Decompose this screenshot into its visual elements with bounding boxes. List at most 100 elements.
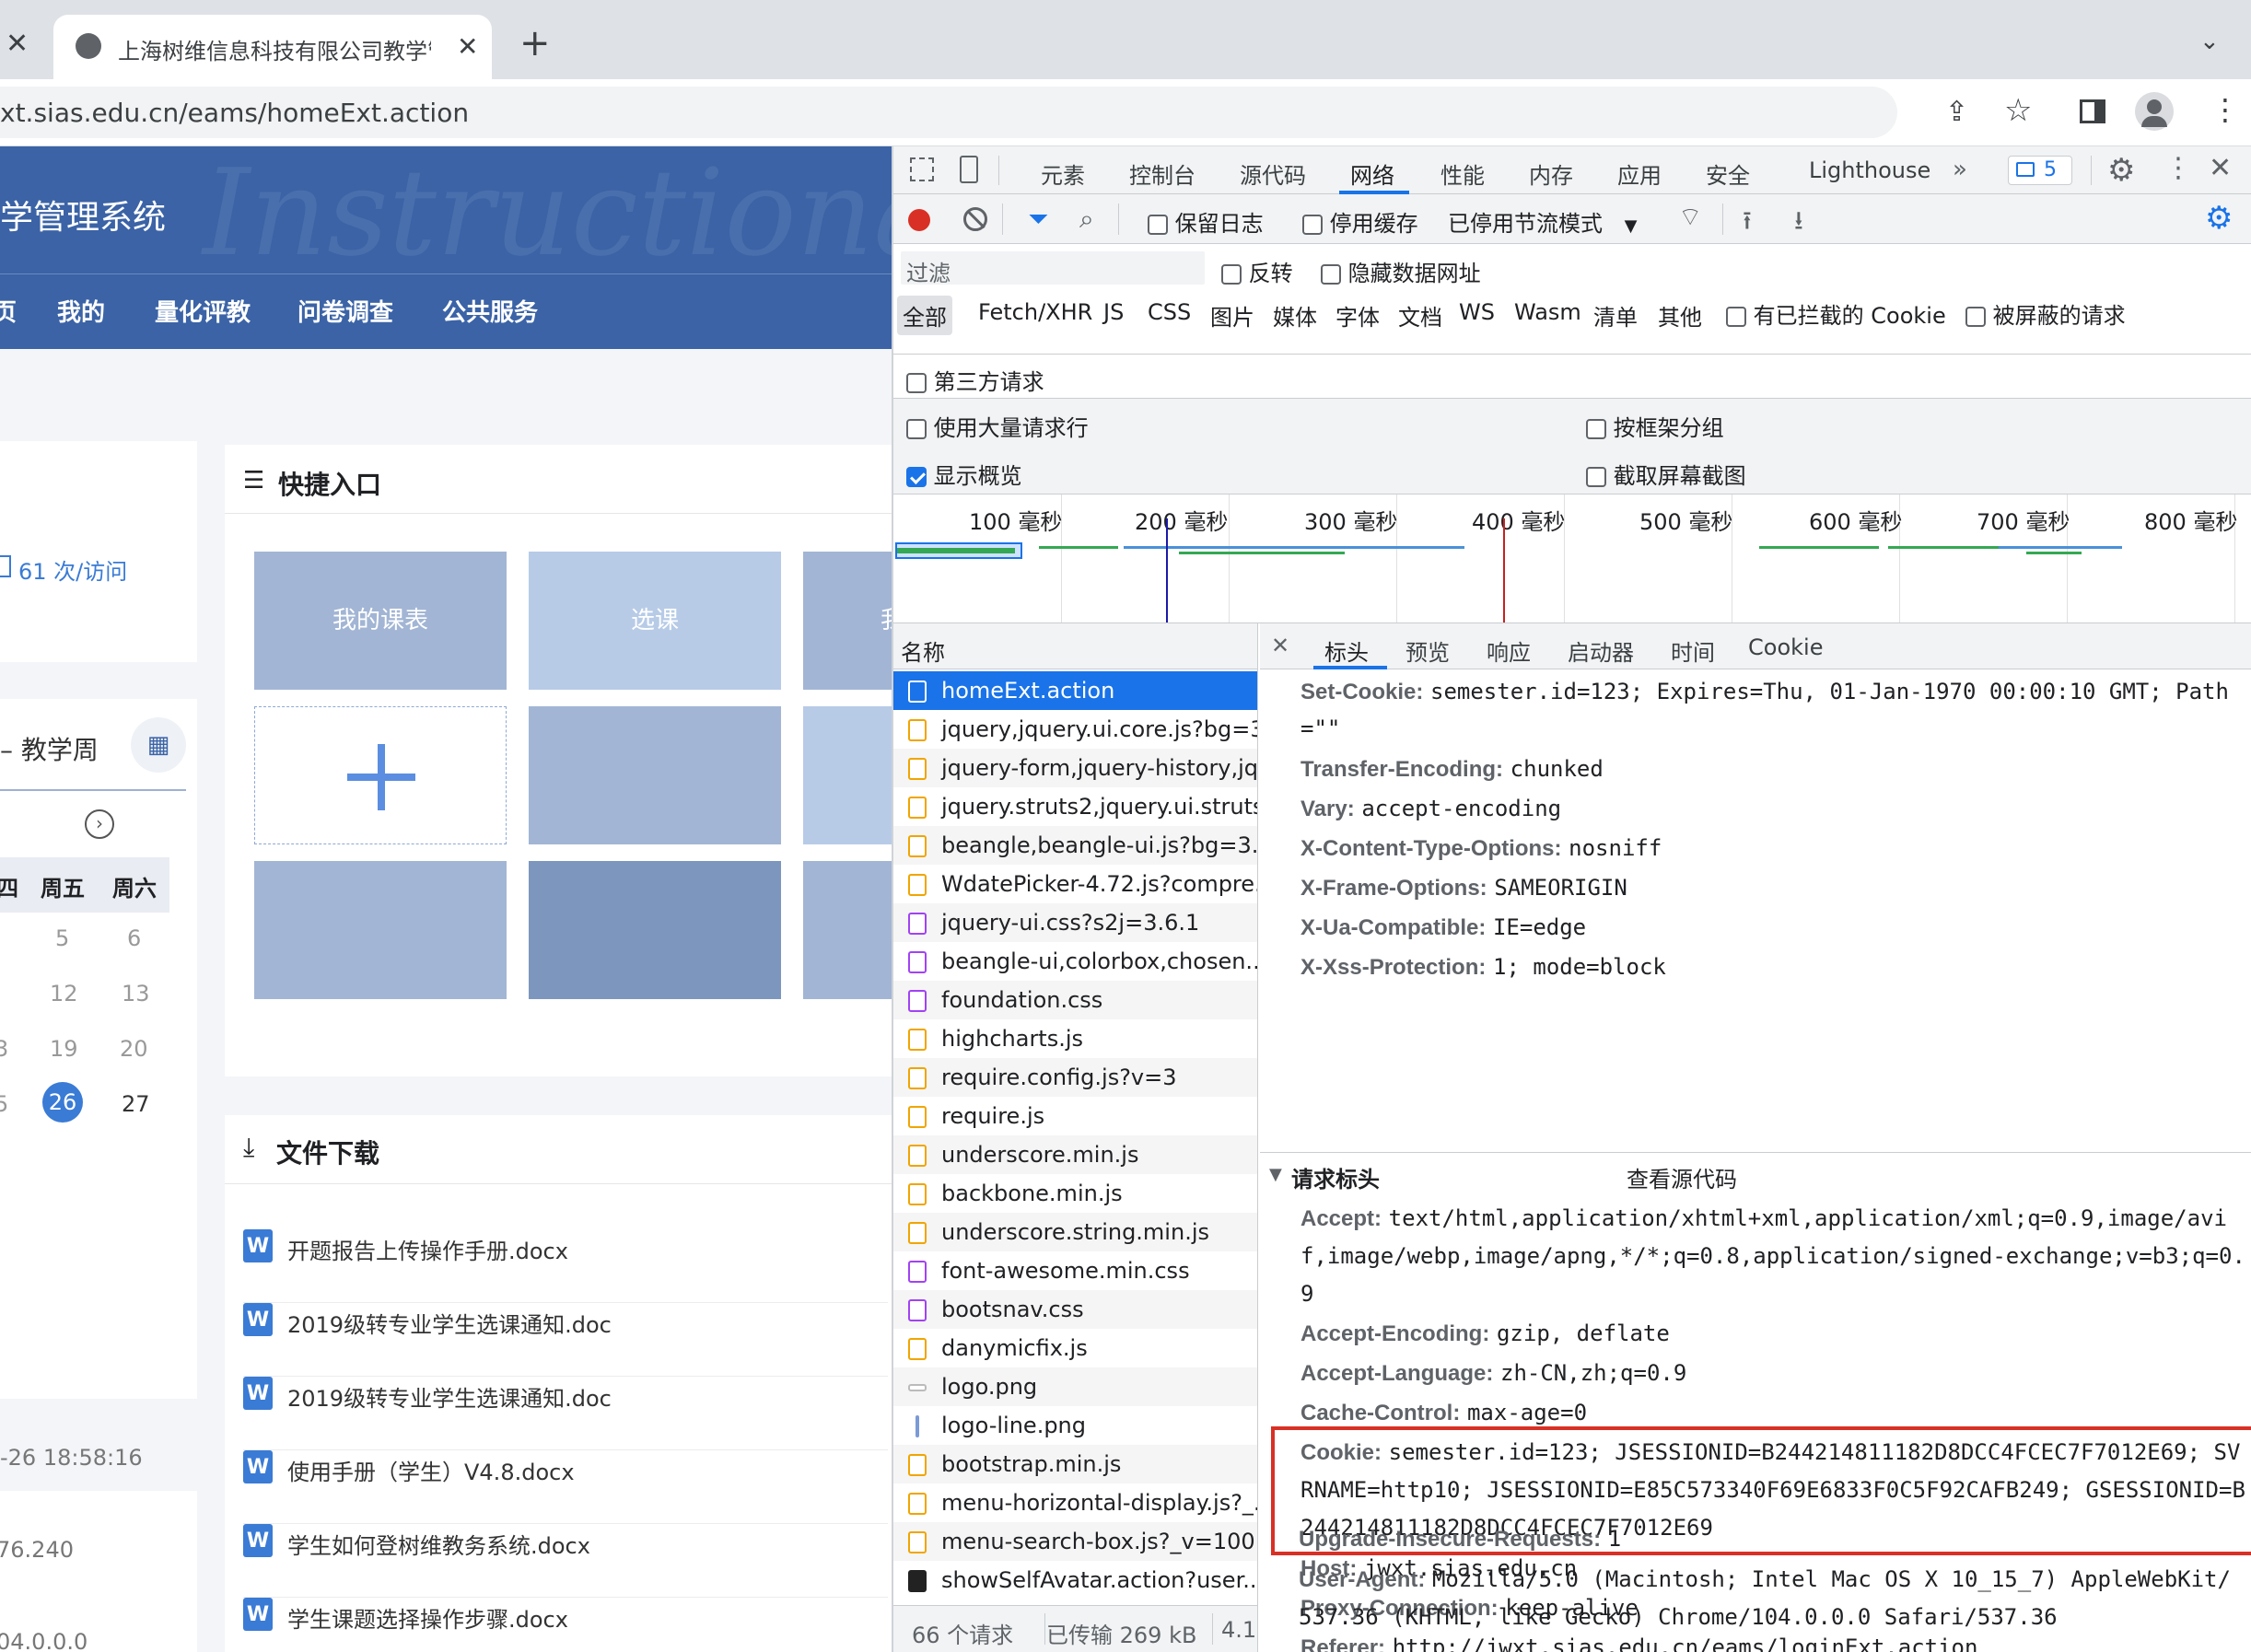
detail-tab-initiator[interactable]: 启动器 — [1568, 634, 1634, 667]
cal-day[interactable]: 13 — [122, 981, 150, 1006]
device-toolbar-icon[interactable] — [960, 156, 978, 183]
preserve-log-checkbox[interactable]: 保留日志 — [1148, 205, 1264, 238]
browser-tab-active[interactable]: 上海树维信息科技有限公司教学管 ✕ — [53, 15, 492, 79]
type-filter-all[interactable]: 全部 — [897, 296, 952, 335]
import-har-icon[interactable]: ⭱ — [1743, 202, 1752, 246]
tab-console[interactable]: 控制台 — [1129, 157, 1195, 190]
type-filter-ws[interactable]: WS — [1459, 299, 1495, 325]
record-icon[interactable] — [908, 209, 930, 231]
request-headers-section-header[interactable]: ▼ 请求标头 查看源代码 — [1269, 1161, 2245, 1198]
request-row[interactable]: jquery,jquery.ui.core.js?bg=3.... — [893, 710, 1257, 749]
big-rows-checkbox[interactable]: 使用大量请求行 — [906, 410, 1089, 442]
next-week-icon[interactable]: › — [85, 809, 114, 839]
inspect-element-icon[interactable] — [910, 157, 934, 181]
filter-funnel-icon[interactable]: ⏷ — [1028, 204, 1048, 235]
request-row[interactable]: bootstrap.min.js — [893, 1445, 1257, 1483]
network-conditions-icon[interactable]: ⌔ — [1678, 202, 1702, 234]
tile-empty[interactable] — [529, 706, 781, 844]
clear-icon[interactable] — [963, 207, 987, 231]
type-filter-img[interactable]: 图片 — [1210, 299, 1254, 332]
request-row[interactable]: jquery.struts2,jquery.ui.struts... — [893, 787, 1257, 826]
nav-mine[interactable]: 我的 — [57, 294, 105, 328]
new-tab-icon[interactable]: + — [519, 22, 551, 64]
address-bar[interactable]: xt.sias.edu.cn/eams/homeExt.action — [0, 87, 1897, 138]
close-detail-icon[interactable]: ✕ — [1271, 633, 1289, 658]
type-filter-font[interactable]: 字体 — [1335, 299, 1380, 332]
request-row[interactable]: require.config.js?v=3 — [893, 1058, 1257, 1097]
request-row[interactable]: backbone.min.js — [893, 1174, 1257, 1213]
close-devtools-icon[interactable]: ✕ — [2209, 152, 2232, 184]
third-party-checkbox[interactable]: 第三方请求 — [906, 364, 1044, 396]
group-by-frame-checkbox[interactable]: 按框架分组 — [1586, 410, 1724, 442]
request-row[interactable]: logo.png — [893, 1367, 1257, 1406]
search-icon[interactable]: ⌕ — [1079, 204, 1094, 235]
file-name[interactable]: 开题报告上传操作手册.docx — [287, 1233, 568, 1265]
file-item[interactable]: W 学生如何登树维教务系统.docx — [243, 1524, 888, 1598]
request-row[interactable]: WdatePicker-4.72.js?compre... — [893, 865, 1257, 903]
profile-avatar[interactable] — [2135, 92, 2174, 131]
blocked-cookies-checkbox[interactable]: 有已拦截的 Cookie — [1726, 297, 1946, 330]
view-source-link[interactable]: 查看源代码 — [1627, 1161, 1737, 1193]
nav-public-service[interactable]: 公共服务 — [442, 294, 538, 328]
network-overview[interactable]: 100 毫秒 200 毫秒 300 毫秒 400 毫秒 500 毫秒 600 毫… — [893, 494, 2251, 623]
tab-lighthouse[interactable]: Lighthouse — [1809, 157, 1930, 183]
file-name[interactable]: 使用手册（学生）V4.8.docx — [287, 1454, 575, 1486]
tab-sources[interactable]: 源代码 — [1240, 157, 1306, 190]
file-name[interactable]: 2019级转专业学生选课通知.doc — [287, 1380, 612, 1413]
file-item[interactable]: W 2019级转专业学生选课通知.doc — [243, 1377, 888, 1450]
cal-day[interactable]: 5 — [55, 925, 69, 951]
cal-day[interactable]: 3 — [0, 1036, 8, 1062]
cal-day[interactable]: 27 — [122, 1091, 150, 1117]
request-row[interactable]: underscore.min.js — [893, 1135, 1257, 1174]
tile-my-schedule[interactable]: 我的课表 — [254, 552, 507, 690]
file-name[interactable]: 学生如何登树维教务系统.docx — [287, 1528, 590, 1560]
type-filter-manifest[interactable]: 清单 — [1593, 299, 1638, 332]
issues-badge[interactable]: 5 — [2008, 156, 2072, 185]
tab-performance[interactable]: 性能 — [1440, 157, 1485, 190]
type-filter-js[interactable]: JS — [1103, 299, 1124, 325]
request-row[interactable]: menu-horizontal-display.js?_... — [893, 1483, 1257, 1522]
request-row[interactable]: jquery-form,jquery-history,jq... — [893, 749, 1257, 787]
more-tabs-icon[interactable]: » — [1953, 156, 1967, 183]
request-row[interactable]: underscore.string.min.js — [893, 1213, 1257, 1251]
share-icon[interactable]: ⇪ — [1945, 96, 1968, 128]
tab-network[interactable]: 网络 — [1350, 157, 1394, 190]
calendar-icon[interactable]: ▦ — [131, 717, 186, 773]
request-row[interactable]: showSelfAvatar.action?user.... — [893, 1561, 1257, 1600]
detail-tab-headers[interactable]: 标头 — [1324, 634, 1369, 667]
request-row[interactable]: foundation.css — [893, 981, 1257, 1019]
cal-day[interactable]: 5 — [0, 1091, 8, 1117]
blocked-requests-checkbox[interactable]: 被屏蔽的请求 — [1965, 297, 2126, 330]
request-row[interactable]: highcharts.js — [893, 1019, 1257, 1058]
file-item[interactable]: W 开题报告上传操作手册.docx — [243, 1229, 888, 1303]
tab-memory[interactable]: 内存 — [1529, 157, 1573, 190]
invert-checkbox[interactable]: 反转 — [1221, 255, 1293, 287]
file-item[interactable]: W 2019级转专业学生选课通知.doc — [243, 1303, 888, 1377]
name-column-header[interactable]: 名称 — [893, 623, 1257, 669]
type-filter-media[interactable]: 媒体 — [1273, 299, 1317, 332]
disable-cache-checkbox[interactable]: 停用缓存 — [1302, 205, 1418, 238]
request-row[interactable]: bootsnav.css — [893, 1290, 1257, 1329]
tab-search-chevron-icon[interactable]: ⌄ — [2199, 28, 2220, 55]
request-row[interactable]: beangle,beangle-ui.js?bg=3.... — [893, 826, 1257, 865]
detail-tab-preview[interactable]: 预览 — [1405, 634, 1450, 667]
side-panel-icon[interactable] — [2080, 99, 2105, 123]
show-overview-checkbox[interactable]: 显示概览 — [906, 458, 1022, 490]
tile-course-select[interactable]: 选课 — [529, 552, 781, 690]
detail-tab-response[interactable]: 响应 — [1487, 634, 1531, 667]
throttling-select[interactable]: 已停用节流模式 ▼ — [1448, 205, 1637, 238]
export-har-icon[interactable]: ⭳ — [1794, 202, 1803, 246]
tab-security[interactable]: 安全 — [1706, 157, 1750, 190]
type-filter-fetch[interactable]: Fetch/XHR — [978, 299, 1092, 325]
browser-menu-icon[interactable]: ⋮ — [2210, 92, 2240, 127]
request-row[interactable]: menu-search-box.js?_v=1001 — [893, 1522, 1257, 1561]
request-row[interactable]: beangle-ui,colorbox,chosen.... — [893, 942, 1257, 981]
tile-empty[interactable] — [254, 861, 507, 999]
request-row[interactable]: logo-line.png — [893, 1406, 1257, 1445]
type-filter-wasm[interactable]: Wasm — [1514, 299, 1581, 325]
nav-evaluation[interactable]: 量化评教 — [155, 294, 251, 328]
tab-elements[interactable]: 元素 — [1041, 157, 1085, 190]
devtools-menu-icon[interactable]: ⋮ — [2164, 152, 2192, 184]
type-filter-doc[interactable]: 文档 — [1398, 299, 1442, 332]
cal-day[interactable]: 6 — [127, 925, 141, 951]
